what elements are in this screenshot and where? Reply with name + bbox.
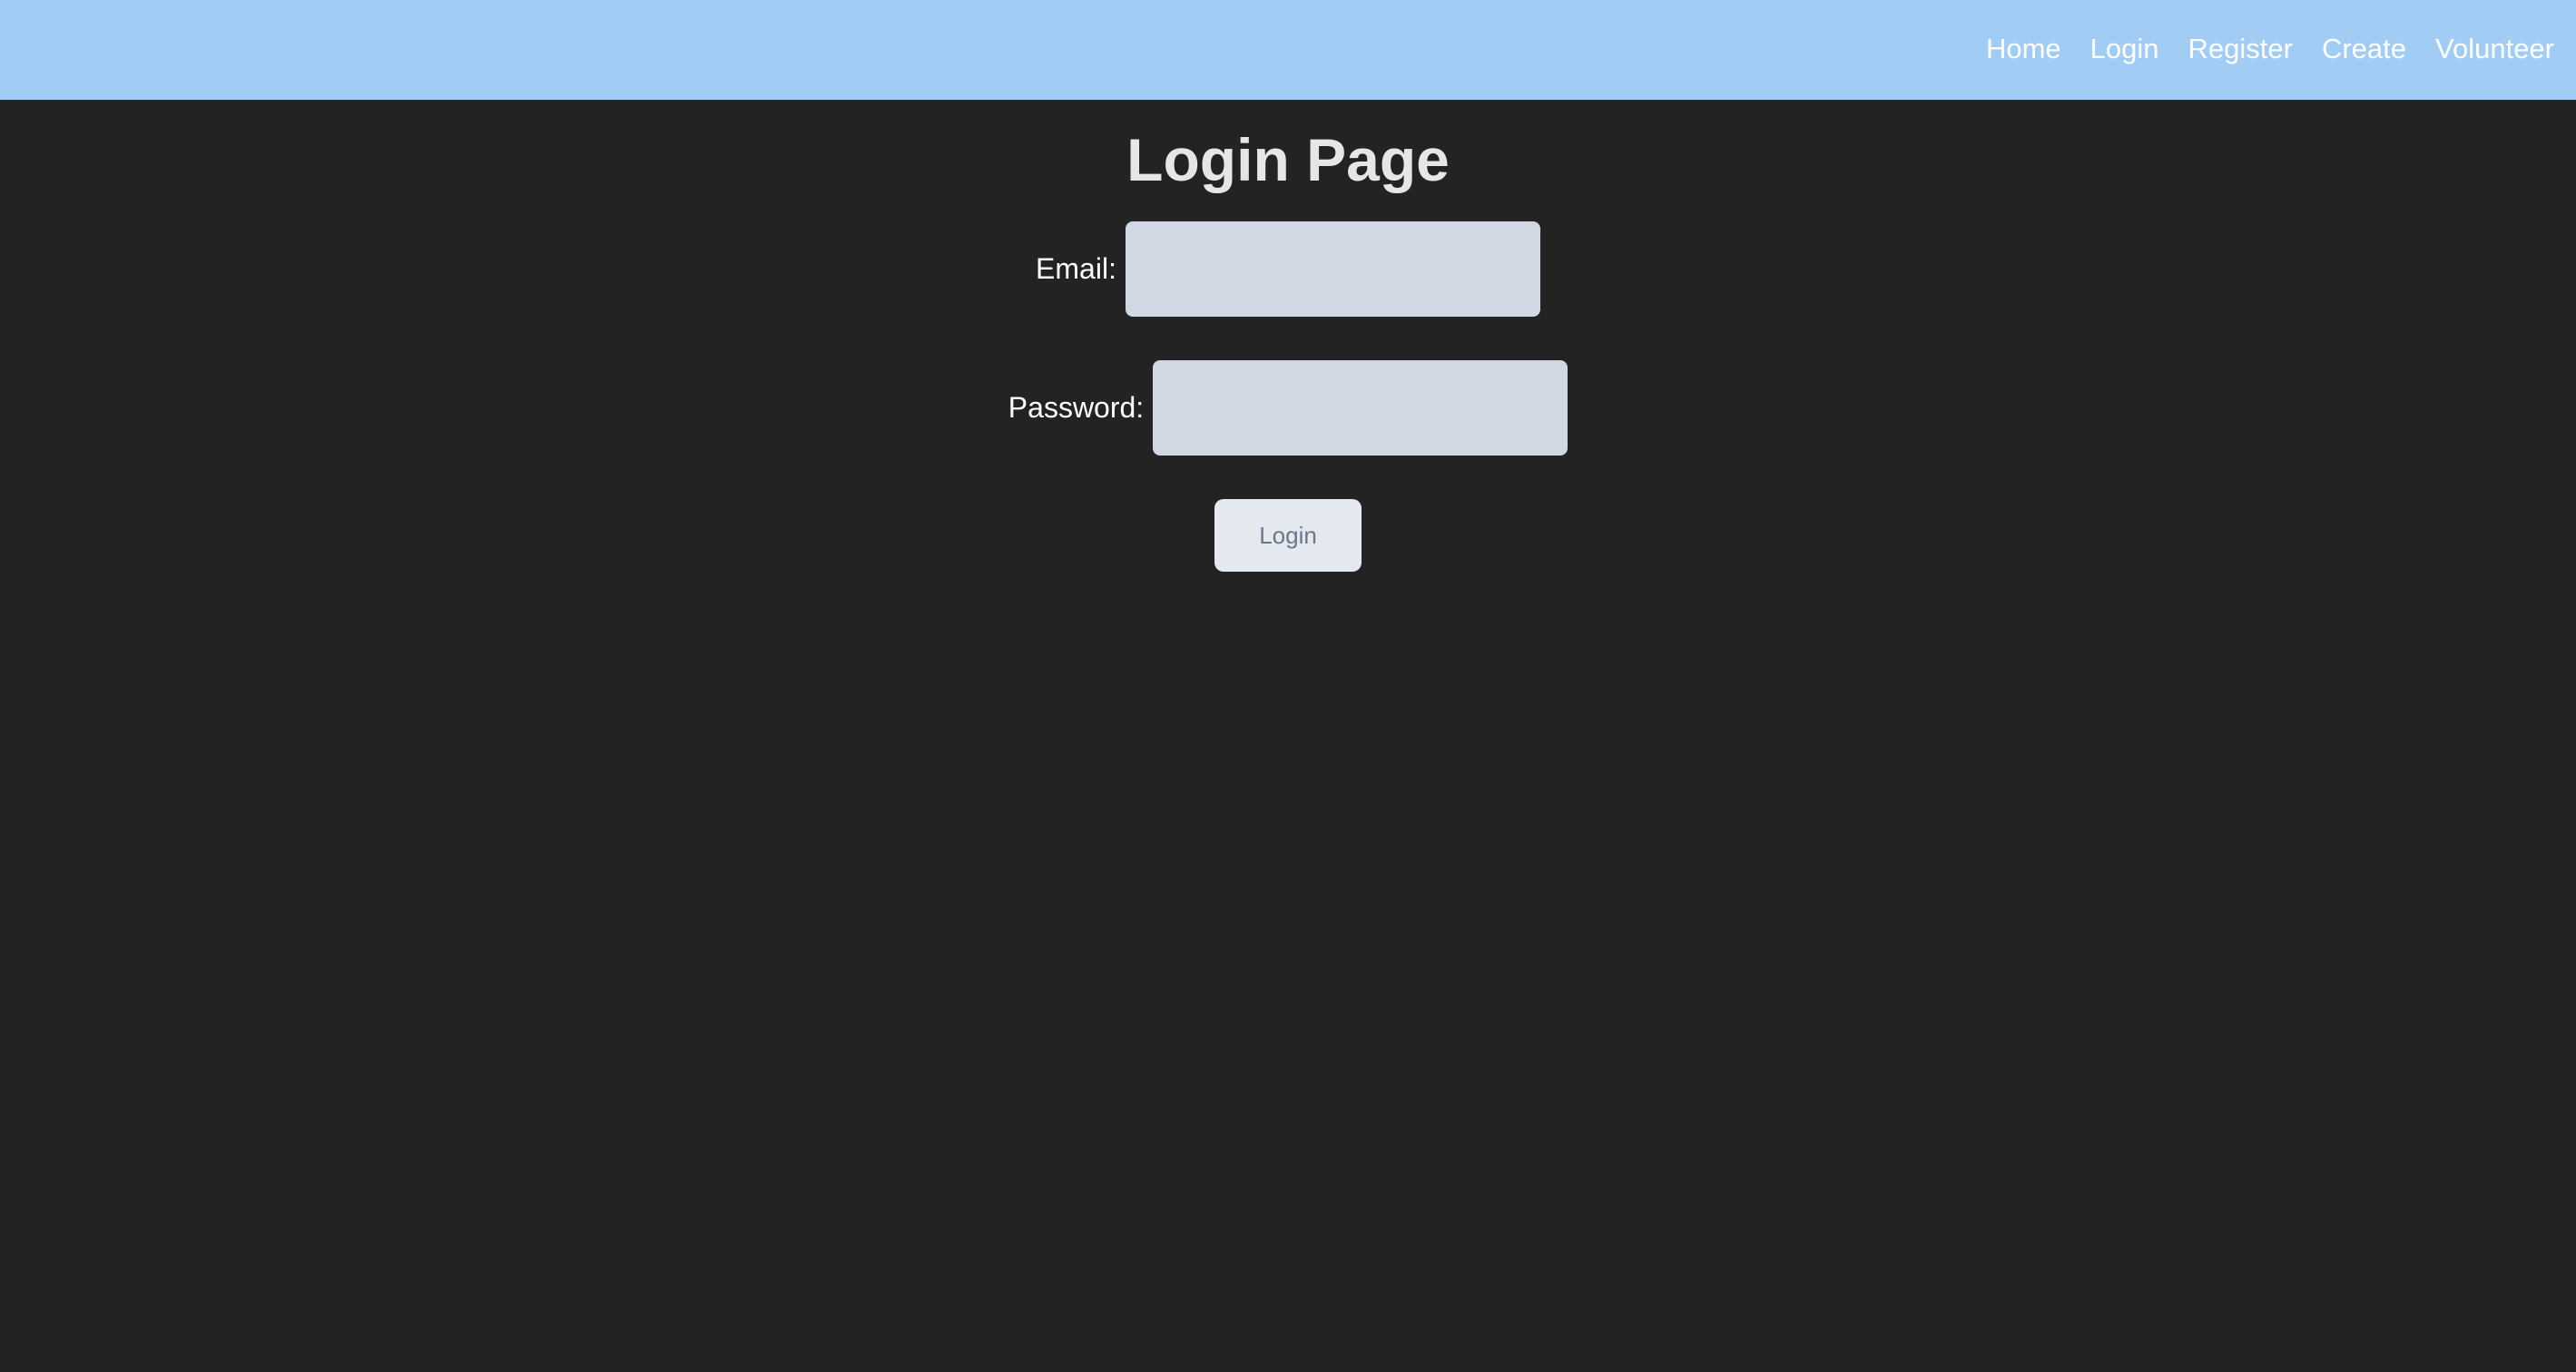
email-row: Email: [0,221,2576,317]
top-navbar: Home Login Register Create Volunteer [0,0,2576,100]
page-title: Login Page [1126,126,1450,193]
login-button[interactable]: Login [1214,499,1362,572]
nav-link-home[interactable]: Home [1986,33,2061,65]
nav-links: Home Login Register Create Volunteer [1986,0,2554,98]
submit-row: Login [0,499,2576,572]
nav-link-create[interactable]: Create [2322,33,2406,65]
password-row: Password: [0,360,2576,456]
nav-link-login[interactable]: Login [2090,33,2159,65]
nav-link-volunteer[interactable]: Volunteer [2435,33,2554,65]
email-field[interactable] [1125,221,1540,317]
password-label: Password: [1008,391,1145,424]
email-label: Email: [1036,252,1116,285]
nav-link-register[interactable]: Register [2188,33,2293,65]
password-field[interactable] [1153,360,1568,456]
